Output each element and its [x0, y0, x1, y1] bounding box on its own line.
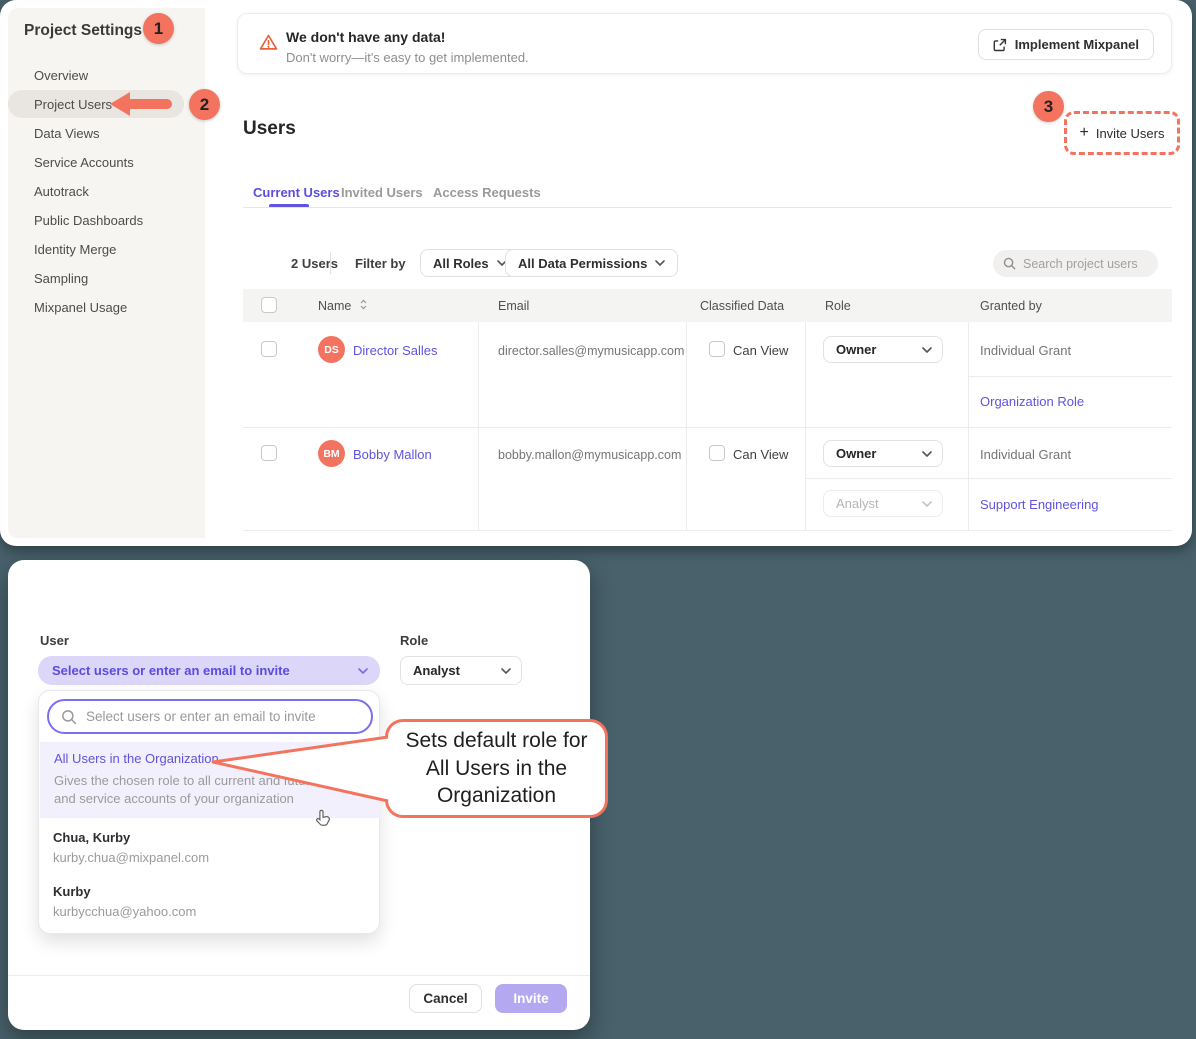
project-settings-panel: Project Settings Overview Project Users …	[0, 0, 1192, 546]
chevron-down-icon	[655, 260, 665, 266]
can-view-label: Can View	[733, 447, 788, 462]
can-view-checkbox[interactable]	[709, 445, 725, 461]
tabs-divider	[243, 207, 1172, 208]
column-divider	[686, 322, 687, 530]
sidebar-item-project-users[interactable]: Project Users	[34, 90, 112, 119]
sidebar-item-identity-merge[interactable]: Identity Merge	[34, 235, 116, 264]
no-data-banner: We don't have any data! Don't worry—it's…	[237, 13, 1172, 74]
sidebar-item-autotrack[interactable]: Autotrack	[34, 177, 89, 206]
annotation-step-3-badge: 3	[1033, 91, 1064, 122]
column-header-granted-by[interactable]: Granted by	[980, 299, 1042, 313]
user-email: bobby.mallon@mymusicapp.com	[498, 448, 681, 462]
callout-bubble: Sets default role for All Users in the O…	[385, 719, 608, 818]
role-select[interactable]: Analyst	[400, 656, 522, 685]
sidebar-item-public-dashboards[interactable]: Public Dashboards	[34, 206, 143, 235]
annotation-step-2-badge: 2	[189, 89, 220, 120]
role-select[interactable]: Owner	[823, 336, 943, 363]
row-checkbox[interactable]	[261, 445, 277, 461]
granted-by-link[interactable]: Organization Role	[980, 394, 1084, 409]
column-divider	[805, 322, 806, 530]
sidebar-item-data-views[interactable]: Data Views	[34, 119, 100, 148]
modal-footer-divider	[8, 975, 590, 976]
sidebar-item-overview[interactable]: Overview	[34, 61, 88, 90]
user-multiselect[interactable]: Select users or enter an email to invite	[38, 656, 380, 685]
column-divider	[968, 322, 969, 530]
select-all-checkbox[interactable]	[261, 297, 277, 313]
option-user[interactable]: Kurby kurbycchua@yahoo.com	[53, 884, 196, 921]
chevron-down-icon	[501, 668, 511, 674]
column-divider	[478, 322, 479, 530]
chevron-down-icon	[922, 501, 932, 507]
granted-by-value: Individual Grant	[980, 343, 1071, 358]
table-bottom-divider	[243, 530, 1172, 531]
search-icon	[1003, 257, 1016, 270]
cancel-button[interactable]: Cancel	[409, 984, 482, 1013]
role-select-disabled: Analyst	[823, 490, 943, 517]
role-select[interactable]: Owner	[823, 440, 943, 467]
cursor-pointer-icon	[314, 809, 332, 834]
chevron-down-icon	[922, 451, 932, 457]
chevron-down-icon	[922, 347, 932, 353]
external-link-icon	[993, 38, 1007, 52]
can-view-label: Can View	[733, 343, 788, 358]
search-input[interactable]	[1023, 257, 1148, 271]
invite-button[interactable]: Invite	[495, 984, 567, 1013]
banner-title: We don't have any data!	[286, 29, 445, 45]
user-name-link[interactable]: Bobby Mallon	[353, 447, 432, 462]
annotation-arrow-head	[110, 92, 130, 116]
tab-access-requests[interactable]: Access Requests	[433, 185, 541, 200]
granted-by-value: Individual Grant	[980, 447, 1071, 462]
filter-all-data-permissions[interactable]: All Data Permissions	[505, 249, 678, 277]
cell-divider	[805, 478, 1172, 479]
avatar: DS	[318, 336, 345, 363]
banner-subtitle: Don't worry—it's easy to get implemented…	[286, 50, 529, 65]
sidebar-item-mixpanel-usage[interactable]: Mixpanel Usage	[34, 293, 127, 322]
user-email: director.salles@mymusicapp.com	[498, 344, 684, 358]
user-field-label: User	[40, 633, 69, 648]
sidebar-item-service-accounts[interactable]: Service Accounts	[34, 148, 134, 177]
sort-icon	[360, 299, 367, 310]
implement-mixpanel-button[interactable]: Implement Mixpanel	[978, 29, 1154, 60]
column-header-email[interactable]: Email	[498, 299, 529, 313]
can-view-checkbox[interactable]	[709, 341, 725, 357]
toolbar-divider	[330, 252, 331, 274]
page-title: Users	[243, 118, 296, 140]
granted-by-link[interactable]: Support Engineering	[980, 497, 1099, 512]
column-header-role[interactable]: Role	[825, 299, 851, 313]
column-header-classified[interactable]: Classified Data	[700, 299, 784, 313]
plus-icon: +	[1080, 125, 1089, 141]
cell-divider	[968, 376, 1172, 377]
tab-invited-users[interactable]: Invited Users	[341, 185, 423, 200]
role-field-label: Role	[400, 633, 428, 648]
row-divider	[243, 427, 1172, 428]
callout-arrow	[206, 713, 391, 808]
row-checkbox[interactable]	[261, 341, 277, 357]
user-name-link[interactable]: Director Salles	[353, 343, 438, 358]
chevron-down-icon	[358, 668, 368, 674]
avatar: BM	[318, 440, 345, 467]
tab-current-users[interactable]: Current Users	[253, 185, 340, 200]
sidebar-title: Project Settings	[24, 22, 142, 40]
filter-by-label: Filter by	[355, 256, 406, 271]
search-project-users[interactable]	[993, 250, 1158, 277]
invite-users-button[interactable]: + Invite Users	[1064, 111, 1180, 155]
sidebar-item-sampling[interactable]: Sampling	[34, 264, 88, 293]
annotation-step-1-badge: 1	[143, 13, 174, 44]
search-icon	[61, 709, 77, 725]
option-user[interactable]: Chua, Kurby kurby.chua@mixpanel.com	[53, 830, 209, 867]
column-header-name[interactable]: Name	[318, 299, 367, 313]
annotation-arrow	[128, 99, 172, 109]
warning-icon	[258, 32, 279, 58]
